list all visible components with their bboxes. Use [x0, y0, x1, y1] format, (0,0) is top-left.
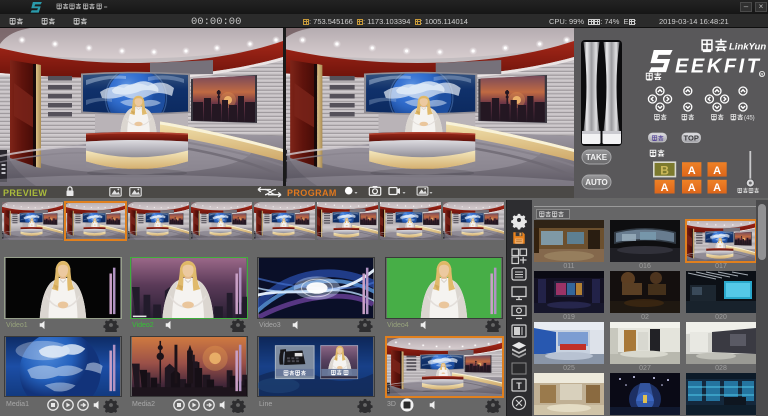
svg-text:T: T — [516, 381, 522, 391]
svg-text:A: A — [661, 182, 669, 194]
svg-text:TOP: TOP — [684, 133, 699, 142]
svg-text:R: R — [760, 72, 764, 77]
svg-text:B: B — [660, 163, 669, 177]
svg-text:AUTO: AUTO — [585, 178, 608, 187]
svg-text:A: A — [713, 165, 721, 177]
svg-text:A: A — [688, 182, 696, 194]
svg-text:A: A — [688, 165, 696, 177]
svg-text:TAKE: TAKE — [586, 153, 608, 162]
svg-text:LinkYun: LinkYun — [729, 42, 766, 53]
svg-text:A: A — [713, 182, 721, 194]
svg-text:(45): (45) — [744, 116, 755, 122]
svg-text:EEKFIT: EEKFIT — [675, 56, 761, 78]
